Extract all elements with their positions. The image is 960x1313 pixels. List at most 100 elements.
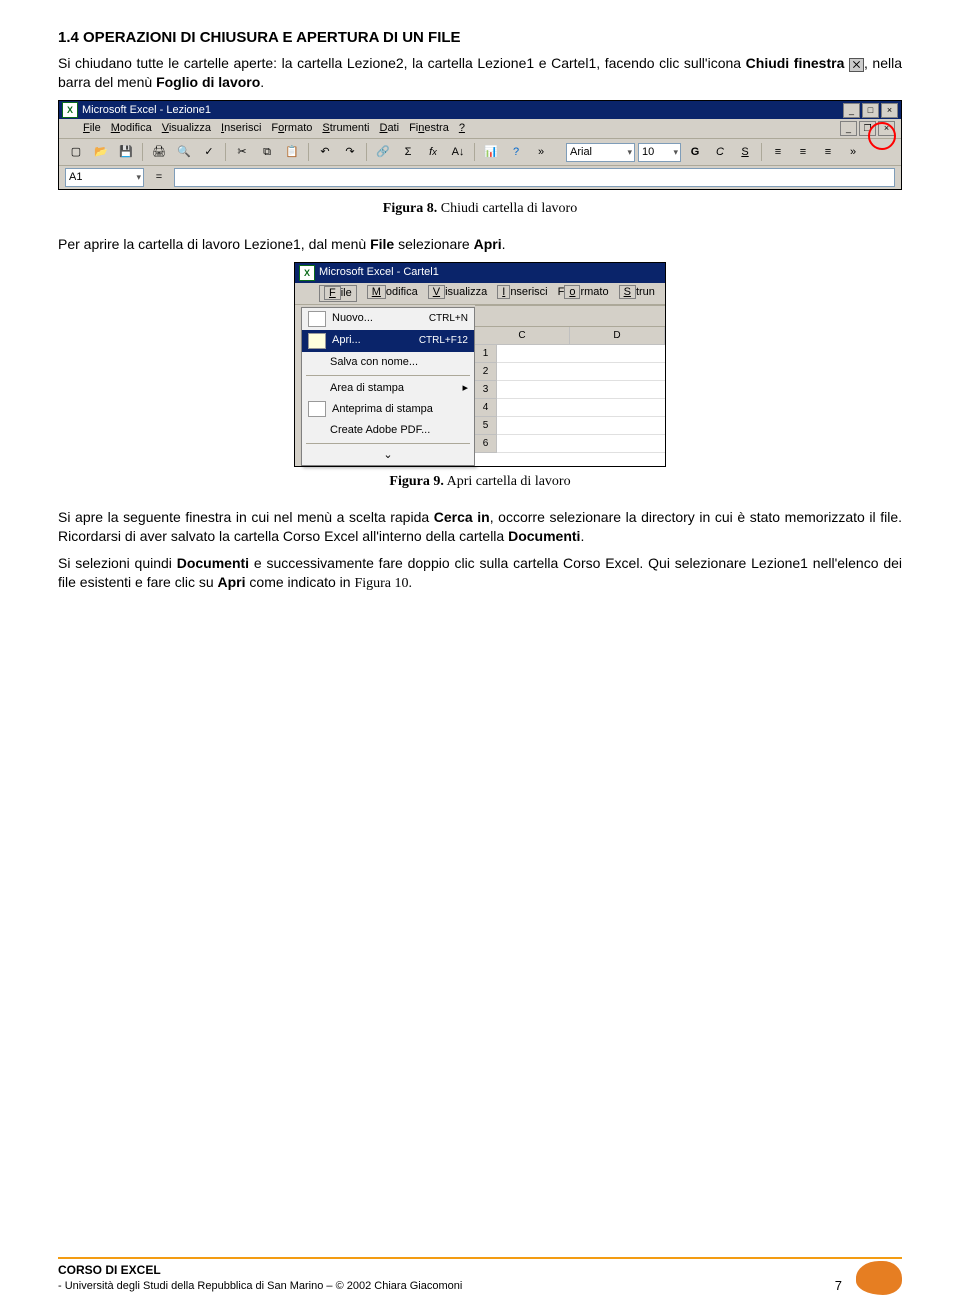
- fx-equals: =: [150, 170, 168, 185]
- cut-icon[interactable]: ✂: [231, 142, 253, 162]
- menu-visualizza[interactable]: Visualizza: [162, 121, 211, 136]
- submenu-arrow-icon: ▸: [462, 381, 468, 396]
- menu-dati[interactable]: Dati: [379, 121, 399, 136]
- menu-item-anteprima[interactable]: Anteprima di stampa: [302, 398, 474, 420]
- p2-b2: Apri: [474, 236, 502, 252]
- footer-sub: - Università degli Studi della Repubblic…: [58, 1279, 462, 1294]
- mi-label: Anteprima di stampa: [332, 402, 433, 417]
- fig9-menubar: File Modifica Visualizza Inserisci Forma…: [295, 283, 665, 305]
- menu-formato[interactable]: Formato: [558, 285, 609, 302]
- minimize-button[interactable]: _: [843, 103, 860, 118]
- menu-separator: [306, 375, 470, 376]
- col-header-d[interactable]: D: [570, 327, 665, 345]
- open-folder-icon: [308, 333, 326, 349]
- paragraph-1: Si chiudano tutte le cartelle aperte: la…: [58, 54, 902, 92]
- row-header[interactable]: 2: [475, 363, 497, 381]
- menu-help[interactable]: ?: [459, 121, 465, 136]
- row-header[interactable]: 1: [475, 345, 497, 363]
- fig9-title-text: Microsoft Excel - Cartel1: [319, 265, 439, 280]
- page-footer: CORSO DI EXCEL - Università degli Studi …: [58, 1257, 902, 1295]
- align-left-icon[interactable]: ≡: [767, 142, 789, 162]
- menu-item-salva-con-nome[interactable]: Salva con nome...: [302, 352, 474, 373]
- menu-modifica[interactable]: Modifica: [111, 121, 152, 136]
- menu-strumenti-trunc[interactable]: Strun: [619, 285, 655, 302]
- mdi-minimize-button[interactable]: _: [840, 121, 857, 136]
- menu-expand-chevron[interactable]: ⌄: [302, 446, 474, 465]
- p1-text-e: .: [260, 74, 264, 90]
- open-icon[interactable]: 📂: [90, 142, 112, 162]
- underline-button[interactable]: S: [734, 142, 756, 162]
- menu-formato[interactable]: Formato: [271, 121, 312, 136]
- row-header[interactable]: 6: [475, 435, 497, 453]
- page-number: 7: [835, 1277, 842, 1295]
- excel-app-icon: X: [299, 265, 315, 281]
- copy-icon[interactable]: ⧉: [256, 142, 278, 162]
- worksheet-preview: C D 1 2 3 4 5 6: [475, 305, 665, 466]
- fig9-titlebar: X Microsoft Excel - Cartel1: [295, 263, 665, 283]
- menu-file-open[interactable]: File: [319, 285, 357, 302]
- menu-item-nuovo[interactable]: Nuovo... CTRL+N: [302, 308, 474, 330]
- standard-toolbar: ▢ 📂 💾 🖨 🔍 ✓ ✂ ⧉ 📋 ↶ ↷ 🔗 Σ fx A↓: [59, 139, 901, 166]
- row-header[interactable]: 5: [475, 417, 497, 435]
- menu-finestra[interactable]: Finestra: [409, 121, 449, 136]
- more-format-icon[interactable]: »: [842, 142, 864, 162]
- figure-9-caption: Figura 9. Apri cartella di lavoro: [58, 473, 902, 492]
- mi-label: Salva con nome...: [330, 355, 418, 370]
- fx-icon[interactable]: fx: [422, 142, 444, 162]
- name-box[interactable]: A1: [65, 168, 144, 187]
- menu-inserisci[interactable]: Inserisci: [221, 121, 261, 136]
- mdi-close-button[interactable]: ×: [878, 121, 895, 136]
- help-icon[interactable]: ?: [505, 142, 527, 162]
- row-header[interactable]: 4: [475, 399, 497, 417]
- save-icon[interactable]: 💾: [115, 142, 137, 162]
- p1-bold-1: Chiudi finestra: [746, 55, 845, 71]
- autosum-icon[interactable]: Σ: [397, 142, 419, 162]
- font-size-combo[interactable]: 10: [638, 143, 681, 162]
- mi-shortcut: CTRL+N: [429, 312, 468, 326]
- spell-icon[interactable]: ✓: [198, 142, 220, 162]
- mi-label: Nuovo...: [332, 311, 373, 326]
- figure-8: X Microsoft Excel - Lezione1 _ □ × FFile…: [58, 100, 902, 190]
- menu-item-create-pdf[interactable]: Create Adobe PDF...: [302, 420, 474, 441]
- sort-asc-icon[interactable]: A↓: [447, 142, 469, 162]
- row-header[interactable]: 3: [475, 381, 497, 399]
- menu-modifica[interactable]: Modifica: [367, 285, 418, 302]
- new-icon[interactable]: ▢: [65, 142, 87, 162]
- menu-separator: [306, 443, 470, 444]
- print-preview-icon: [308, 401, 326, 417]
- paragraph-3: Si apre la seguente finestra in cui nel …: [58, 508, 902, 546]
- italic-button[interactable]: C: [709, 142, 731, 162]
- more-icon[interactable]: »: [530, 142, 552, 162]
- menu-file[interactable]: FFileile: [83, 121, 101, 136]
- paste-icon[interactable]: 📋: [281, 142, 303, 162]
- formula-input[interactable]: [174, 168, 895, 187]
- bold-button[interactable]: G: [684, 142, 706, 162]
- menu-item-area-stampa[interactable]: Area di stampa ▸: [302, 378, 474, 399]
- excel-title: Microsoft Excel - Lezione1: [82, 103, 211, 118]
- font-name-combo[interactable]: Arial: [566, 143, 635, 162]
- preview-icon[interactable]: 🔍: [173, 142, 195, 162]
- close-window-icon: [849, 58, 864, 72]
- maximize-button[interactable]: □: [862, 103, 879, 118]
- figure-8-caption: Figura 8. Chiudi cartella di lavoro: [58, 200, 902, 219]
- print-icon[interactable]: 🖨: [148, 142, 170, 162]
- undo-icon[interactable]: ↶: [314, 142, 336, 162]
- footer-blob-icon: [856, 1261, 902, 1295]
- section-title: 1.4 OPERAZIONI DI CHIUSURA E APERTURA DI…: [58, 28, 902, 48]
- menu-item-apri[interactable]: Apri... CTRL+F12: [302, 330, 474, 352]
- menu-strumenti[interactable]: Strumenti: [322, 121, 369, 136]
- col-header-c[interactable]: C: [475, 327, 570, 345]
- mdi-restore-button[interactable]: ❐: [859, 121, 876, 136]
- chart-icon[interactable]: 📊: [480, 142, 502, 162]
- align-center-icon[interactable]: ≡: [792, 142, 814, 162]
- close-button[interactable]: ×: [881, 103, 898, 118]
- paragraph-2: Per aprire la cartella di lavoro Lezione…: [58, 235, 902, 254]
- menu-visualizza[interactable]: Visualizza: [428, 285, 488, 302]
- footer-title: CORSO DI EXCEL: [58, 1262, 462, 1278]
- align-right-icon[interactable]: ≡: [817, 142, 839, 162]
- redo-icon[interactable]: ↷: [339, 142, 361, 162]
- file-menu-dropdown: Nuovo... CTRL+N Apri... CTRL+F12 Salva c…: [301, 307, 475, 466]
- formula-bar: A1 =: [59, 166, 901, 189]
- link-icon[interactable]: 🔗: [372, 142, 394, 162]
- menu-inserisci[interactable]: Inserisci: [497, 285, 547, 302]
